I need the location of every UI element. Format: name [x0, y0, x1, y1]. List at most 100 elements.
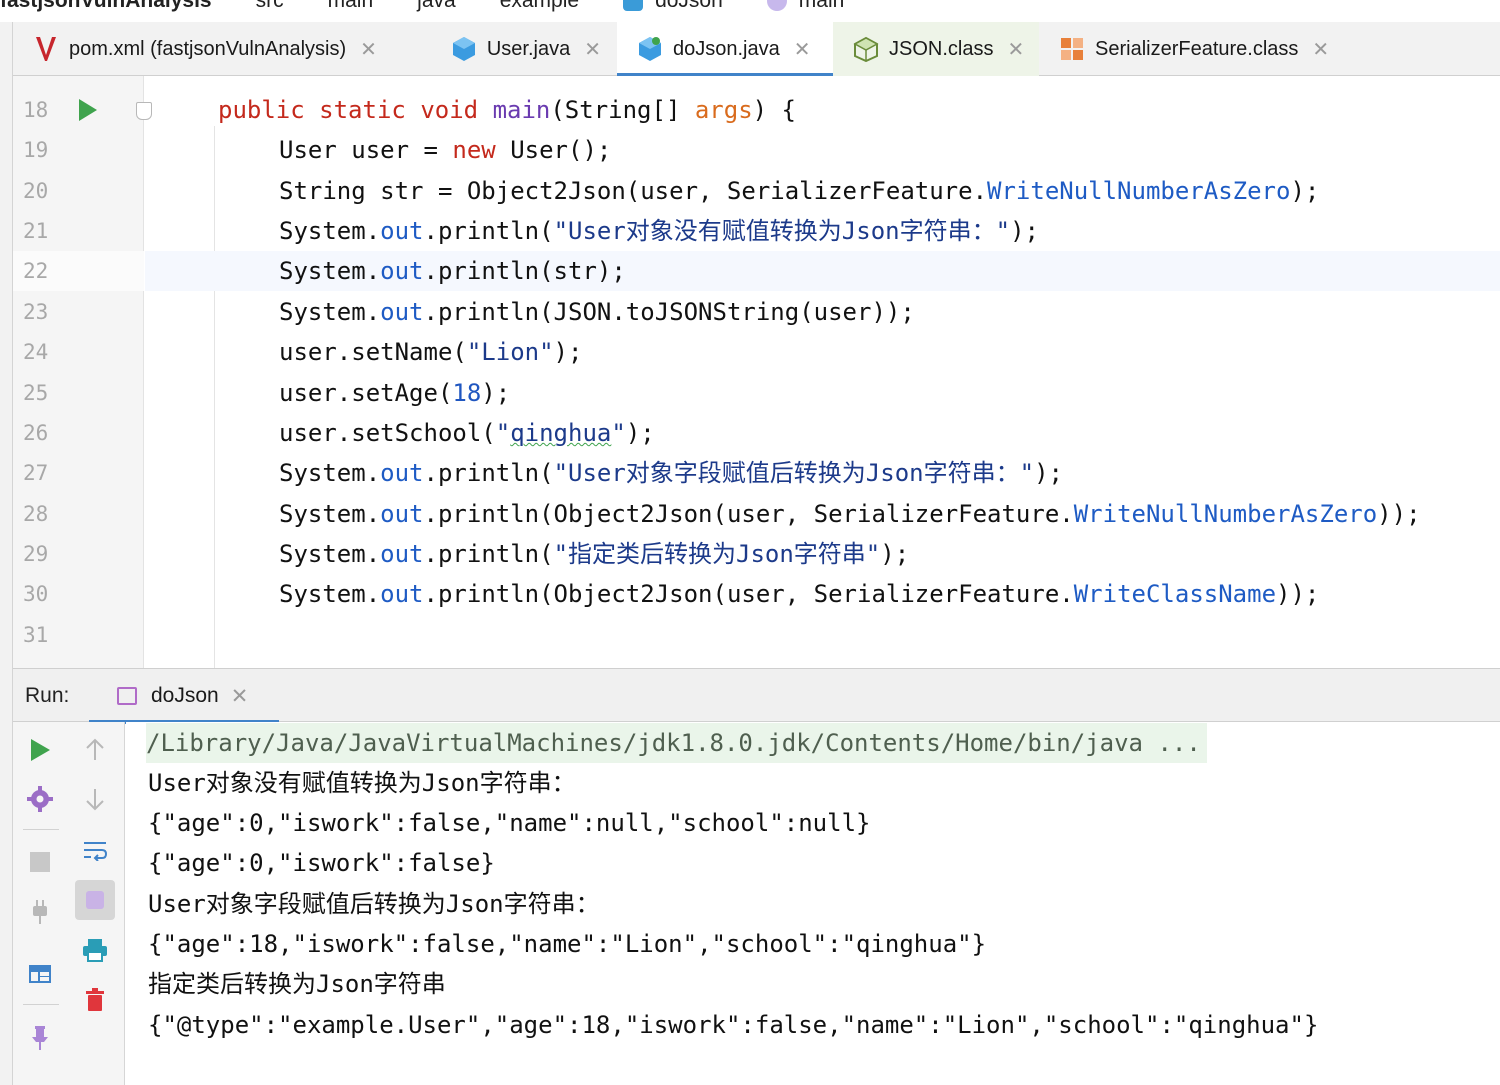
code-line-25[interactable]: 25 user.setAge(18); [13, 373, 1500, 413]
up-arrow-icon [86, 738, 104, 760]
print-button[interactable] [75, 930, 115, 970]
tab-label: doJson.java [673, 37, 780, 60]
line-number: 24 [23, 340, 49, 364]
code-text: public static void main(String[] args) { [218, 96, 797, 124]
line-number: 26 [23, 421, 49, 445]
code-text: System.out.println(Object2Json(user, Ser… [279, 580, 1320, 608]
console-line: User对象字段赋值后转换为Json字符串： [148, 890, 600, 918]
scroll-to-end-icon [86, 891, 104, 909]
line-number: 25 [23, 381, 49, 405]
pin-icon [32, 1026, 48, 1050]
editor-tab-bar: pom.xml (fastjsonVulnAnalysis) ✕ User.ja… [13, 22, 1500, 77]
console-line: {"@type":"example.User","age":18,"iswork… [148, 1011, 1319, 1039]
tab-json-class[interactable]: JSON.class ✕ [833, 22, 1039, 76]
fold-marker-icon[interactable] [136, 102, 152, 120]
clear-all-button[interactable] [75, 980, 115, 1020]
run-toolbar [13, 722, 125, 1085]
breadcrumb-method-label: main [798, 0, 845, 12]
close-icon[interactable]: ✕ [1007, 37, 1024, 62]
console-line: User对象没有赋值转换为Json字符串： [148, 769, 576, 797]
breadcrumb-class[interactable]: doJson [623, 0, 723, 13]
console-output[interactable]: /Library/Java/JavaVirtualMachines/jdk1.8… [126, 722, 1500, 1085]
code-text: String str = Object2Json(user, Serialize… [279, 177, 1320, 205]
stop-button[interactable] [20, 842, 60, 882]
enum-class-icon [1059, 36, 1085, 62]
code-line-30[interactable]: 30 System.out.println(Object2Json(user, … [13, 574, 1500, 614]
tab-user-java[interactable]: User.java ✕ [431, 22, 617, 76]
console-line: 指定类后转换为Json字符串 [148, 970, 446, 998]
left-tool-strip [0, 22, 13, 1085]
code-text: System.out.println("User对象字段赋值后转换为Json字符… [279, 459, 1063, 487]
code-line-18[interactable]: 18 public static void main(String[] args… [13, 90, 1500, 130]
console-icon [117, 687, 137, 705]
code-line-29[interactable]: 29 System.out.println("指定类后转换为Json字符串"); [13, 534, 1500, 574]
java-class-icon [623, 0, 644, 12]
code-editor[interactable]: 18 public static void main(String[] args… [13, 76, 1500, 668]
line-number: 22 [23, 259, 49, 283]
down-button[interactable] [75, 779, 115, 819]
maven-icon [33, 36, 59, 62]
attach-debugger-button[interactable] [20, 892, 60, 932]
console-line: {"age":0,"iswork":false,"name":null,"sch… [148, 809, 871, 837]
breadcrumb-method[interactable]: main [766, 0, 845, 13]
close-icon[interactable]: ✕ [584, 37, 601, 62]
breadcrumb-main-folder[interactable]: main [328, 0, 374, 13]
line-number: 30 [23, 582, 49, 606]
code-line-21[interactable]: 21 System.out.println("User对象没有赋值转换为Json… [13, 211, 1500, 251]
settings-button[interactable] [20, 779, 60, 819]
code-line-26[interactable]: 26 user.setSchool("qinghua"); [13, 413, 1500, 453]
line-number: 21 [23, 219, 49, 243]
settings-icon [27, 786, 53, 812]
code-line-20[interactable]: 20 String str = Object2Json(user, Serial… [13, 171, 1500, 211]
close-icon[interactable]: ✕ [360, 37, 377, 62]
code-line-23[interactable]: 23 System.out.println(JSON.toJSONString(… [13, 292, 1500, 332]
code-text: user.setAge(18); [279, 379, 511, 407]
toolbar-separator [23, 1004, 59, 1005]
code-line-27[interactable]: 27 System.out.println("User对象字段赋值后转换为Jso… [13, 453, 1500, 493]
tab-label: User.java [486, 37, 571, 60]
breadcrumb-project[interactable]: fastjsonVulnAnalysis [0, 0, 212, 13]
soft-wrap-button[interactable] [75, 830, 115, 870]
tab-dojson-java[interactable]: doJson.java ✕ [617, 22, 833, 77]
console-line: {"age":18,"iswork":false,"name":"Lion","… [148, 930, 987, 958]
up-button[interactable] [75, 730, 115, 770]
plug-icon [33, 900, 47, 924]
breadcrumb-src[interactable]: src [256, 0, 284, 13]
close-icon[interactable]: ✕ [1312, 37, 1329, 62]
breadcrumb-class-label: doJson [655, 0, 723, 12]
line-number: 28 [23, 502, 49, 526]
layout-icon [29, 965, 51, 983]
console-command-line[interactable]: /Library/Java/JavaVirtualMachines/jdk1.8… [146, 723, 1207, 763]
tab-pom-xml[interactable]: pom.xml (fastjsonVulnAnalysis) ✕ [13, 22, 431, 76]
code-line-22[interactable]: 22 System.out.println(str); [13, 251, 1500, 291]
tab-run-dojson[interactable]: doJson ✕ [89, 669, 279, 724]
code-text: System.out.println("指定类后转换为Json字符串"); [279, 540, 910, 568]
rerun-button[interactable] [20, 730, 60, 770]
java-class-icon [451, 36, 477, 62]
code-line-28[interactable]: 28 System.out.println(Object2Json(user, … [13, 494, 1500, 534]
run-panel-header: Run: doJson ✕ [13, 668, 1500, 724]
close-icon[interactable]: ✕ [231, 684, 249, 709]
breadcrumb-java[interactable]: java [417, 0, 456, 13]
code-text: user.setName("Lion"); [279, 338, 583, 366]
code-line-31[interactable]: 31 [13, 615, 1500, 655]
layout-button[interactable] [20, 954, 60, 994]
run-gutter-icon[interactable] [79, 99, 97, 121]
java-class-icon [637, 36, 663, 62]
tab-serializerfeature-class[interactable]: SerializerFeature.class ✕ [1039, 22, 1349, 76]
method-icon [766, 0, 787, 12]
line-number: 31 [23, 623, 49, 647]
spellcheck-warning: qinghua [510, 419, 612, 447]
pin-tab-button[interactable] [20, 1018, 60, 1058]
close-icon[interactable]: ✕ [794, 37, 811, 62]
breadcrumb: fastjsonVulnAnalysis src main java examp… [0, 0, 1500, 16]
code-text: System.out.println(JSON.toJSONString(use… [279, 298, 915, 326]
print-icon [83, 939, 107, 962]
breadcrumb-example[interactable]: example [500, 0, 579, 13]
scroll-to-end-button[interactable] [75, 880, 115, 920]
code-line-24[interactable]: 24 user.setName("Lion"); [13, 332, 1500, 372]
trash-icon [86, 988, 104, 1011]
run-tab-label: doJson [151, 684, 219, 707]
console-line: {"age":0,"iswork":false} [148, 849, 495, 877]
code-line-19[interactable]: 19 User user = new User(); [13, 130, 1500, 170]
